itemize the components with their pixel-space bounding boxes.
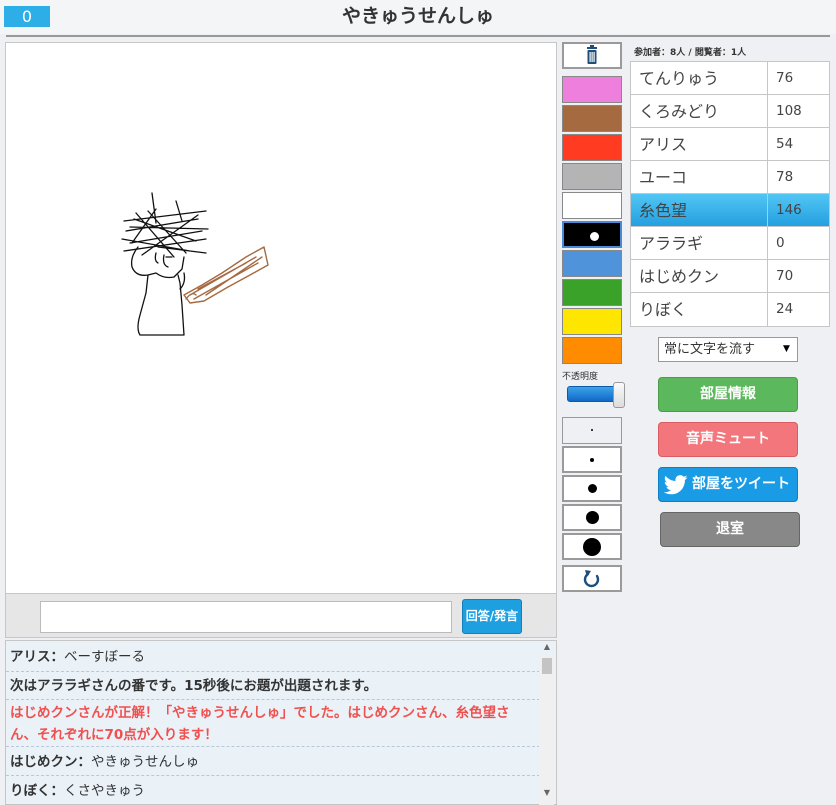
chat-scrollbar[interactable] [539, 655, 554, 805]
undo-button[interactable] [562, 565, 622, 592]
player-row: アリス 54 [631, 128, 829, 161]
chat-author: はじめクン [10, 754, 78, 770]
player-score: 146 [767, 194, 829, 227]
player-name: てんりゅう [639, 69, 720, 88]
brush-dot-icon [586, 511, 599, 524]
brush-dot-icon [590, 458, 594, 462]
twitter-bird-icon [664, 475, 688, 495]
chat-text-line-1: はじめクンさんが正解！「やきゅうせんしゅ」でした。はじめクンさん、糸色望さ [10, 705, 510, 721]
answer-input[interactable] [40, 601, 452, 633]
player-list: てんりゅう 76 くろみどり 108 アリス 54 ユーコ 78 糸色望 146 アララギ… [630, 61, 830, 327]
chat-author: アリス [10, 649, 51, 665]
chat-separator: ： [50, 649, 65, 665]
brush-size-3[interactable] [562, 475, 622, 502]
chat-text-line-2: ん、それぞれに70点が入ります！ [10, 727, 218, 743]
player-name: アララギ [639, 234, 704, 253]
color-swatch-black[interactable] [562, 221, 622, 248]
chat-text: やきゅうせんしゅ [91, 754, 199, 770]
opacity-slider[interactable] [567, 386, 619, 402]
chat-message: りぼく：くさやきゅう [6, 777, 540, 804]
chat-scroll-thumb[interactable] [542, 658, 552, 674]
player-score: 54 [767, 128, 829, 161]
brush-dot-icon [588, 484, 597, 493]
color-swatch-pink[interactable] [562, 76, 622, 103]
player-score: 108 [767, 95, 829, 128]
chat-separator: ： [77, 754, 92, 770]
chat-text: くさやきゅう [64, 783, 145, 799]
brush-dot-icon [583, 538, 601, 556]
chevron-down-icon: ▼ [783, 344, 790, 354]
participant-count: 参加者：8人 / 閲覧者：1人 [634, 48, 747, 58]
player-row: ユーコ 78 [631, 161, 829, 194]
color-swatch-white[interactable] [562, 192, 622, 219]
trash-icon [587, 45, 597, 64]
chat-separator: ： [50, 783, 65, 799]
opacity-slider-handle[interactable] [613, 382, 625, 408]
color-swatch-brown[interactable] [562, 105, 622, 132]
color-swatch-gray[interactable] [562, 163, 622, 190]
leave-room-button[interactable]: 退室 [660, 512, 800, 547]
player-score: 0 [767, 227, 829, 260]
clear-canvas-button[interactable] [562, 42, 622, 69]
player-name: ユーコ [639, 168, 688, 187]
undo-arrow-icon [583, 570, 600, 588]
brush-size-4[interactable] [562, 504, 622, 531]
player-row: はじめクン 70 [631, 260, 829, 293]
player-name: りぼく [639, 300, 688, 319]
chat-message: アリス：ベーすぼーる [6, 643, 540, 672]
chat-system-message: 次はアララギさんの番です。15秒後にお題が出題されます。 [6, 673, 540, 700]
color-swatch-red[interactable] [562, 134, 622, 161]
color-swatch-yellow[interactable] [562, 308, 622, 335]
header-divider [6, 35, 830, 37]
color-swatch-blue[interactable] [562, 250, 622, 277]
player-row: りぼく 24 [631, 293, 829, 326]
page-title: やきゅうせんしゅ [341, 5, 494, 27]
opacity-label: 不透明度 [562, 372, 599, 382]
scroll-down-arrow-icon[interactable]: ▼ [541, 788, 553, 800]
selected-dot-icon [590, 232, 599, 241]
player-row: アララギ 0 [631, 227, 829, 260]
player-score: 78 [767, 161, 829, 194]
answer-submit-button[interactable]: 回答/発言 [462, 599, 522, 634]
chat-text: ベーすぼーる [64, 649, 145, 665]
chat-message: はじめクン：やきゅうせんしゅ [6, 748, 540, 776]
player-name: くろみどり [639, 102, 720, 121]
timer-badge: 0 [4, 6, 50, 27]
drawing-canvas[interactable] [5, 42, 557, 594]
player-row: てんりゅう 76 [631, 62, 829, 95]
brush-size-5[interactable] [562, 533, 622, 560]
mute-button[interactable]: 音声ミュート [658, 422, 798, 457]
brush-size-1[interactable] [562, 417, 622, 444]
text-mode-select[interactable]: 常に文字を流す [658, 337, 798, 362]
player-score: 70 [767, 260, 829, 293]
brush-dot-icon [591, 429, 593, 431]
player-score: 24 [767, 293, 829, 326]
brush-size-2[interactable] [562, 446, 622, 473]
player-name: アリス [639, 135, 688, 154]
player-name: はじめクン [639, 267, 720, 286]
player-row-active: 糸色望 146 [631, 194, 829, 227]
color-swatch-green[interactable] [562, 279, 622, 306]
color-swatch-orange[interactable] [562, 337, 622, 364]
player-name: 糸色望 [639, 201, 688, 220]
scroll-up-arrow-icon[interactable]: ▲ [541, 642, 553, 654]
player-row: くろみどり 108 [631, 95, 829, 128]
chat-log[interactable]: アリス：ベーすぼーる 次はアララギさんの番です。15秒後にお題が出題されます。 … [5, 640, 557, 805]
chat-text: 次はアララギさんの番です。15秒後にお題が出題されます。 [10, 678, 378, 694]
room-info-button[interactable]: 部屋情報 [658, 377, 798, 412]
chat-correct-message: はじめクンさんが正解！「やきゅうせんしゅ」でした。はじめクンさん、糸色望さ ん、… [6, 701, 540, 747]
player-score: 76 [767, 62, 829, 95]
drawing-strokes [121, 192, 269, 336]
chat-author: りぼく [10, 783, 51, 799]
